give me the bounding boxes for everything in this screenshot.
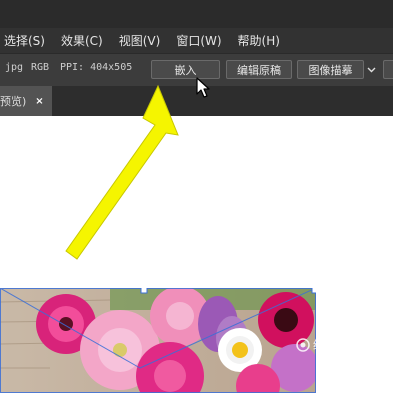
menu-item-window[interactable]: 窗口(W): [176, 32, 221, 49]
menu-item-help[interactable]: 帮助(H): [238, 32, 280, 49]
file-extension: jpg: [5, 62, 24, 73]
placed-image[interactable]: [0, 288, 316, 393]
edit-original-button[interactable]: 编辑原稿: [226, 60, 292, 79]
watermark-logo-icon: [296, 337, 310, 352]
watermark: 经验总结: [296, 336, 361, 353]
menu-bar: 选择(S) 效果(C) 视图(V) 窗口(W) 帮助(H): [0, 28, 393, 53]
title-bar: [0, 0, 393, 28]
ppi-info: PPI: 404x505: [60, 62, 133, 73]
menu-item-effect[interactable]: 效果(C): [61, 32, 103, 49]
watermark-text: 经验总结: [313, 338, 362, 352]
mouse-cursor-icon: [196, 77, 210, 98]
menu-item-view[interactable]: 视图(V): [119, 32, 161, 49]
menu-item-select[interactable]: 选择(S): [4, 32, 45, 49]
chevron-down-icon[interactable]: [365, 60, 377, 79]
tab-label: 预览): [0, 95, 27, 108]
image-trace-button[interactable]: 图像描摹: [297, 60, 364, 79]
document-tab[interactable]: 预览) ×: [0, 86, 52, 116]
close-icon[interactable]: ×: [35, 96, 43, 107]
color-mode: RGB: [31, 62, 50, 73]
trace-options-button[interactable]: [383, 60, 393, 79]
